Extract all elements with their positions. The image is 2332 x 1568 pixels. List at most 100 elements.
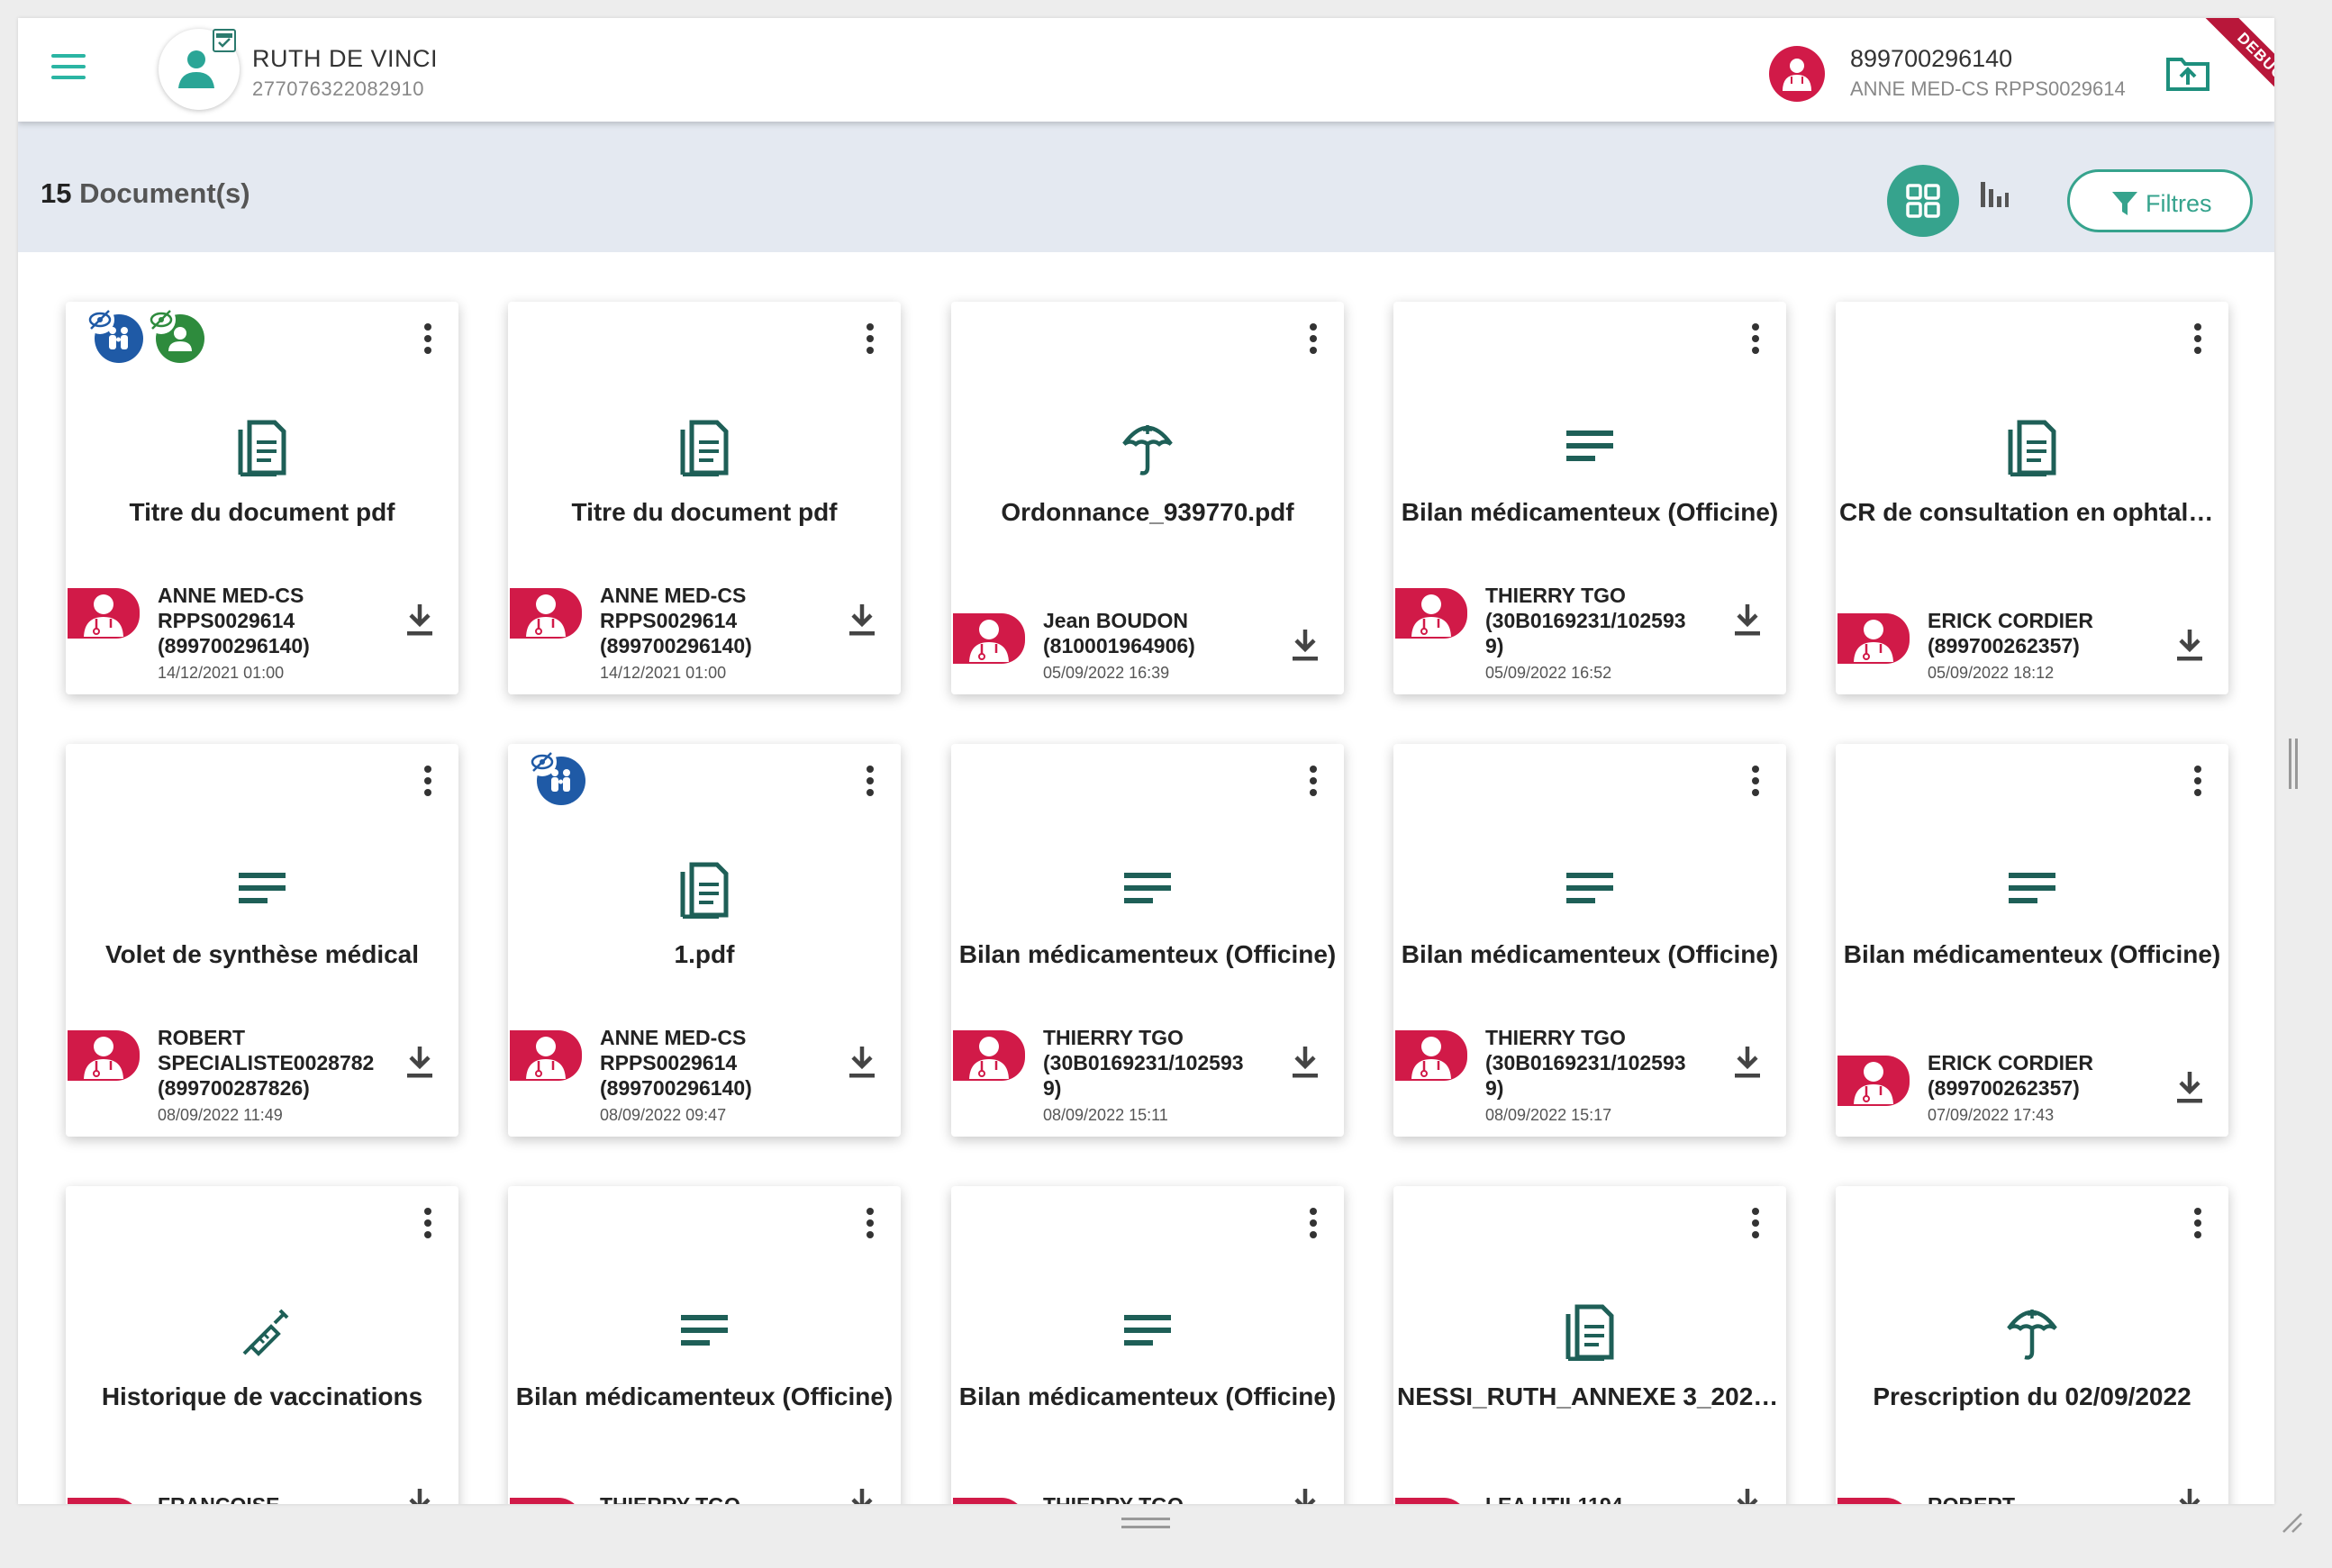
download-icon[interactable] <box>1290 628 1320 664</box>
document-count-label: Document(s) <box>79 177 250 209</box>
download-icon[interactable] <box>404 603 435 639</box>
text-lines-icon <box>677 1301 731 1361</box>
document-title: Bilan médicamenteux (Officine) <box>1401 498 1779 526</box>
download-icon[interactable] <box>847 1487 877 1504</box>
hamburger-menu-icon[interactable] <box>50 54 95 86</box>
document-title: Historique de vaccinations <box>101 1382 423 1410</box>
document-author-line: (899700296140) <box>158 634 310 657</box>
document-author-line: (30B0169231/102593 <box>1043 1051 1244 1074</box>
resize-corner-icon[interactable] <box>2280 1510 2303 1534</box>
document-title: Bilan médicamenteux (Officine) <box>958 940 1337 968</box>
text-lines-icon <box>1121 859 1175 919</box>
download-icon[interactable] <box>1732 1045 1763 1081</box>
document-icon <box>2005 417 2059 477</box>
document-card[interactable]: Historique de vaccinations FRANCOISEPHARM… <box>66 1186 458 1504</box>
document-author-line: THIERRY TGO <box>1043 1026 1184 1049</box>
document-author: ANNE MED-CS RPPS0029614 (899700296140) <box>600 1025 843 1101</box>
hidden-user-icon <box>147 305 204 363</box>
more-options-icon[interactable] <box>865 1208 876 1244</box>
document-card[interactable]: Volet de synthèse médical ROBERT SPECIALIS… <box>66 744 458 1137</box>
author-doctor-icon <box>510 1030 582 1081</box>
funnel-icon <box>2112 192 2137 215</box>
document-author-line: RPPS0029614 <box>600 1051 738 1074</box>
patient-name: RUTH DE VINCI <box>252 45 439 72</box>
upload-folder-icon[interactable] <box>2165 54 2212 94</box>
more-options-icon[interactable] <box>2192 766 2203 802</box>
document-author: Jean BOUDON (810001964906) <box>1043 608 1286 658</box>
download-icon[interactable] <box>1290 1487 1320 1504</box>
download-icon[interactable] <box>1732 1487 1763 1504</box>
document-card[interactable]: Bilan médicamenteux (Officine) THIERRY TG… <box>951 744 1344 1137</box>
more-options-icon[interactable] <box>422 1208 433 1244</box>
document-author-line: ERICK CORDIER <box>1928 1051 2094 1074</box>
download-icon[interactable] <box>847 603 877 639</box>
more-options-icon[interactable] <box>865 323 876 359</box>
document-card[interactable]: Titre du document pdf ANNE MED-CS RPPS0029… <box>508 302 901 694</box>
document-card[interactable]: Bilan médicamenteux (Officine) THIERRY TG… <box>1393 744 1786 1137</box>
hidden-family-icon <box>86 305 143 363</box>
document-card[interactable]: Ordonnance_939770.pdf Jean BOUDON (8100019… <box>951 302 1344 694</box>
document-author-line: ANNE MED-CS <box>600 584 747 607</box>
document-author: ANNE MED-CS RPPS0029614 (899700296140) <box>158 583 401 658</box>
patient-person-icon <box>178 50 214 88</box>
document-author-line: 9) <box>1043 1076 1062 1100</box>
documents-toolbar: 15 Document(s) Filtres <box>18 122 2274 252</box>
document-card[interactable]: NESSI_RUTH_ANNEXE 3_20220... LEA UTIL1194… <box>1393 1186 1786 1504</box>
author-doctor-icon <box>510 588 582 639</box>
document-card[interactable]: Bilan médicamenteux (Officine) THIERRY TG… <box>951 1186 1344 1504</box>
document-card[interactable]: Bilan médicamenteux (Officine) THIERRY TG… <box>1393 302 1786 694</box>
more-options-icon[interactable] <box>1308 323 1319 359</box>
download-icon[interactable] <box>1290 1045 1320 1081</box>
download-icon[interactable] <box>847 1045 877 1081</box>
document-card[interactable]: 1.pdf ANNE MED-CS RPPS0029614 (899700296140… <box>508 744 901 1137</box>
bottom-resize-handle[interactable] <box>1121 1518 1170 1528</box>
document-author-line: 9) <box>1485 1076 1504 1100</box>
document-author-line: ERICK CORDIER <box>1928 609 2094 632</box>
download-icon[interactable] <box>404 1045 435 1081</box>
document-card[interactable]: Prescription du 02/09/2022 ROBERTSPECIALI… <box>1836 1186 2228 1504</box>
document-date: 05/09/2022 16:39 <box>1043 664 1170 682</box>
more-options-icon[interactable] <box>1750 323 1761 359</box>
document-date: 08/09/2022 11:49 <box>158 1106 283 1124</box>
download-icon[interactable] <box>2174 1070 2205 1106</box>
document-author-line: THIERRY TGO <box>600 1492 843 1504</box>
document-title: Bilan médicamenteux (Officine) <box>515 1382 894 1410</box>
more-options-icon[interactable] <box>1750 1208 1761 1244</box>
user-id: 899700296140 <box>1850 45 2013 72</box>
document-card[interactable]: Bilan médicamenteux (Officine) THIERRY TG… <box>508 1186 901 1504</box>
more-options-icon[interactable] <box>1308 766 1319 802</box>
more-options-icon[interactable] <box>422 766 433 802</box>
more-options-icon[interactable] <box>1308 1208 1319 1244</box>
document-card[interactable]: Titre du document pdf ANNE MED-CS RPPS0029… <box>66 302 458 694</box>
text-lines-icon <box>235 859 289 919</box>
more-options-icon[interactable] <box>422 323 433 359</box>
author-doctor-icon <box>68 1498 140 1504</box>
author-doctor-icon <box>1837 1056 1910 1106</box>
grid-view-button[interactable] <box>1887 165 1959 237</box>
document-author: THIERRY TGO (30B0169231/102593 9) <box>1485 583 1729 658</box>
document-card[interactable]: Bilan médicamenteux (Officine) ERICK CORD… <box>1836 744 2228 1137</box>
document-date: 08/09/2022 15:17 <box>1485 1106 1612 1124</box>
download-icon[interactable] <box>404 1487 435 1504</box>
grid-view-icon <box>1906 184 1940 218</box>
document-title: Volet de synthèse médical <box>104 940 420 968</box>
more-options-icon[interactable] <box>1750 766 1761 802</box>
document-icon <box>677 859 731 920</box>
patient-id: 277076322082910 <box>252 77 425 100</box>
download-icon[interactable] <box>2174 628 2205 664</box>
download-icon[interactable] <box>1732 603 1763 639</box>
more-options-icon[interactable] <box>2192 1208 2203 1244</box>
filter-button[interactable]: Filtres <box>2067 169 2253 232</box>
document-author: ERICK CORDIER (899700262357) <box>1928 608 2171 658</box>
document-card[interactable]: CR de consultation en ophtalm... ERICK CO… <box>1836 302 2228 694</box>
document-author-line: FRANCOISE <box>158 1492 401 1504</box>
author-doctor-icon <box>1395 1498 1467 1504</box>
vertical-resize-handle[interactable] <box>2289 739 2298 789</box>
download-icon[interactable] <box>2174 1487 2205 1504</box>
bar-chart-view-icon[interactable] <box>1979 178 2024 223</box>
more-options-icon[interactable] <box>2192 323 2203 359</box>
umbrella-icon <box>2005 1301 2059 1361</box>
more-options-icon[interactable] <box>865 766 876 802</box>
user-avatar-icon[interactable] <box>1769 46 1825 102</box>
document-author-line: (30B0169231/102593 <box>1485 609 1686 632</box>
